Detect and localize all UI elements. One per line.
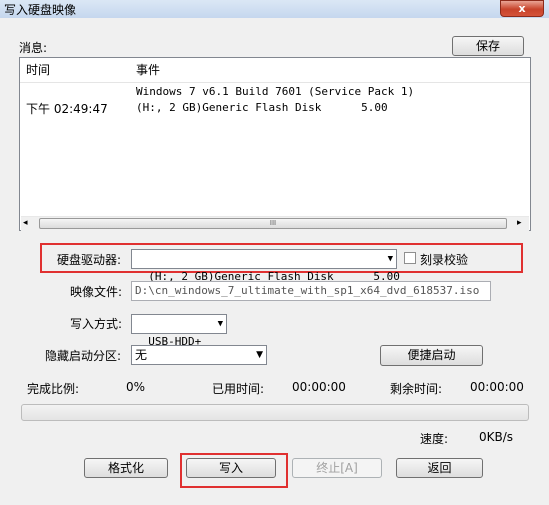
percent-value: 0%	[126, 380, 146, 394]
speed-label: 速度:	[420, 432, 449, 446]
hidden-partition-value: 无	[135, 348, 148, 362]
verify-checkbox[interactable]	[404, 252, 416, 264]
elapsed-label: 已用时间:	[212, 382, 265, 396]
speed-value: 0KB/s	[479, 430, 514, 444]
format-button[interactable]: 格式化	[84, 458, 168, 478]
column-header-time[interactable]: 时间	[26, 58, 51, 83]
write-mode-label: 写入方式:	[70, 317, 123, 331]
elapsed-value: 00:00:00	[292, 380, 346, 394]
hidden-partition-select[interactable]: 无 ▼	[131, 345, 267, 365]
write-mode-select[interactable]: USB-HDD+ ▼	[131, 314, 227, 348]
scroll-right-icon[interactable]: ▸	[517, 218, 522, 228]
messages-label: 消息:	[19, 41, 48, 55]
chevron-down-icon: ▼	[217, 319, 223, 329]
save-button[interactable]: 保存	[452, 36, 524, 56]
remaining-value: 00:00:00	[470, 380, 524, 394]
title-bar: 写入硬盘映像 x	[0, 0, 549, 18]
hidden-partition-label: 隐藏启动分区:	[45, 349, 122, 363]
chevron-down-icon: ▼	[387, 254, 393, 264]
percent-label: 完成比例:	[27, 382, 80, 396]
list-item-time: 下午 02:49:47	[26, 102, 108, 116]
horizontal-scrollbar[interactable]: ◂ III ▸	[21, 216, 529, 231]
list-item-event: (H:, 2 GB)Generic Flash Disk 5.00	[136, 101, 388, 114]
scroll-left-icon[interactable]: ◂	[23, 218, 28, 228]
chevron-down-icon: ▼	[256, 350, 263, 360]
scroll-thumb[interactable]: III	[39, 218, 507, 229]
progress-bar	[21, 404, 529, 421]
image-file-label: 映像文件:	[70, 285, 123, 299]
write-button[interactable]: 写入	[186, 458, 276, 478]
column-header-event[interactable]: 事件	[136, 58, 161, 83]
close-button[interactable]: x	[500, 0, 544, 17]
window-title: 写入硬盘映像	[4, 3, 77, 17]
verify-label[interactable]: 刻录校验	[420, 251, 468, 268]
image-file-field[interactable]: D:\cn_windows_7_ultimate_with_sp1_x64_dv…	[131, 281, 491, 301]
list-item-event: Windows 7 v6.1 Build 7601 (Service Pack …	[136, 85, 415, 98]
drive-label: 硬盘驱动器:	[57, 253, 122, 267]
stop-button[interactable]: 终止[A]	[292, 458, 382, 478]
message-list: 时间 事件 Windows 7 v6.1 Build 7601 (Service…	[19, 57, 531, 231]
drive-select[interactable]: (H:, 2 GB)Generic Flash Disk 5.00 ▼	[131, 249, 400, 283]
quick-boot-button[interactable]: 便捷启动	[380, 345, 483, 366]
remaining-label: 剩余时间:	[390, 382, 443, 396]
back-button[interactable]: 返回	[396, 458, 483, 478]
